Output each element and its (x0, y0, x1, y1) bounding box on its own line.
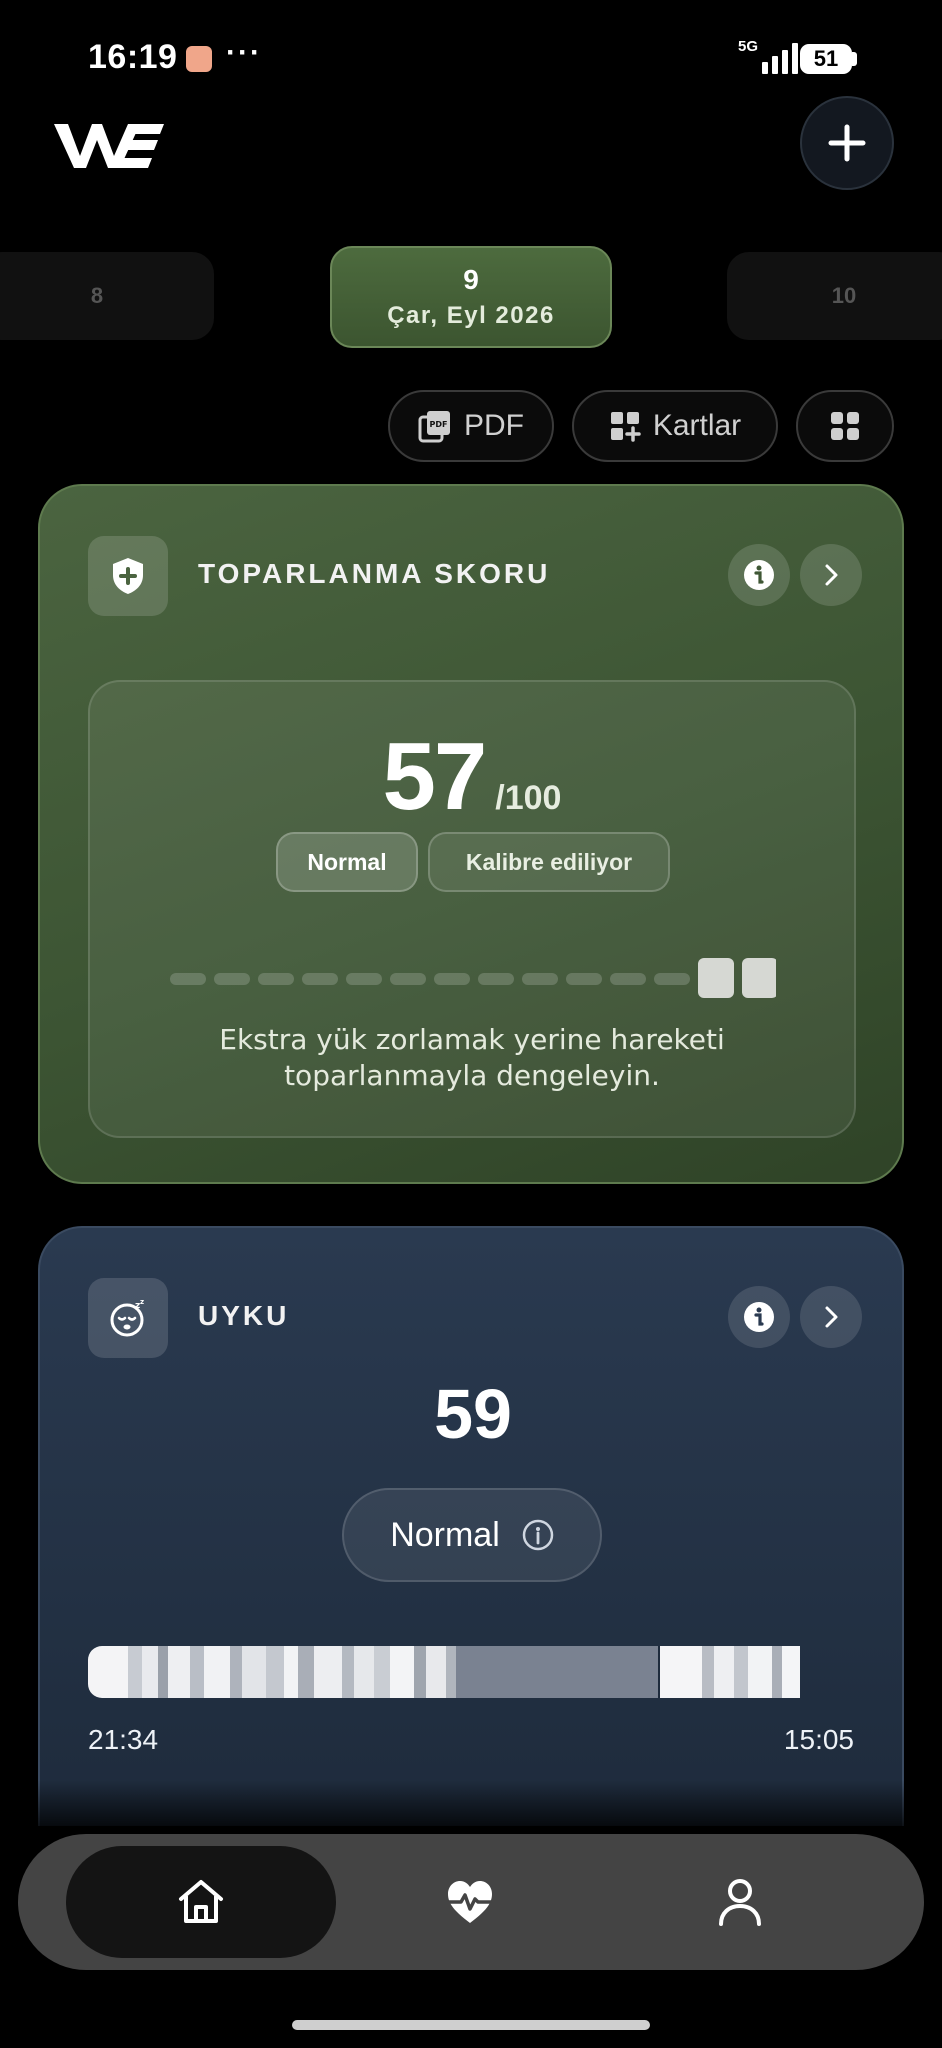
sleep-icon-box: z z (88, 1278, 168, 1358)
date-current[interactable]: 9 Çar, Eyl 2026 (330, 246, 612, 348)
scale-segment (654, 973, 690, 985)
scale-segment-active (698, 958, 734, 998)
sleep-info-button[interactable] (728, 1286, 790, 1348)
app-logo (54, 118, 164, 174)
battery-icon (852, 52, 857, 66)
home-indicator (292, 2020, 650, 2030)
recovery-score-value: 57 (382, 723, 488, 830)
date-current-label: Çar, Eyl 2026 (387, 302, 555, 329)
scale-segment (566, 973, 602, 985)
scale-segment (610, 973, 646, 985)
recovery-score-panel: 57/100 Normal Kalibre ediliyor Ekstra yü… (88, 680, 856, 1138)
profile-icon (719, 1879, 761, 1926)
info-icon (744, 560, 774, 590)
sleep-hypnogram (88, 1646, 854, 1698)
date-current-day: 9 (463, 264, 479, 295)
scale-segment (522, 973, 558, 985)
nav-home[interactable] (66, 1846, 336, 1958)
recovery-detail-button[interactable] (800, 544, 862, 606)
pdf-icon: PDF (418, 411, 450, 443)
recovery-title: TOPARLANMA SKORU (198, 558, 551, 589)
calibration-badge: Kalibre ediliyor (428, 832, 670, 892)
date-previous[interactable]: 8 (0, 252, 214, 340)
plus-icon (828, 124, 866, 162)
pdf-button[interactable]: PDF PDF (388, 390, 554, 462)
sleep-status-label: Normal (390, 1515, 500, 1554)
recovery-status-badge: Normal (276, 832, 418, 892)
recovery-icon-box (88, 536, 168, 616)
nav-fade (0, 1780, 942, 1840)
grid-icon (831, 412, 859, 440)
sleep-start-time: 21:34 (88, 1724, 159, 1755)
bottom-navigation (18, 1834, 924, 1970)
nav-profile[interactable] (640, 1846, 840, 1958)
grid-view-button[interactable] (796, 390, 894, 462)
sleep-detail-button[interactable] (800, 1286, 862, 1348)
scale-segment (478, 973, 514, 985)
scale-segment (302, 973, 338, 985)
scale-segment (258, 973, 294, 985)
recovery-level-scale (170, 958, 776, 998)
sleep-end-time: 15:05 (783, 1724, 854, 1755)
recovery-info-button[interactable] (728, 544, 790, 606)
svg-text:PDF: PDF (430, 420, 448, 429)
app-notification-icon (186, 46, 212, 72)
chevron-right-icon (825, 564, 838, 586)
scale-segment (390, 973, 426, 985)
info-outline-icon (522, 1519, 554, 1551)
home-icon (179, 1880, 223, 1923)
sleep-title: UYKU (198, 1300, 290, 1331)
sleep-card[interactable]: z z UYKU 59 Normal 21:34 15:05 (38, 1226, 904, 1826)
date-next[interactable]: 10 (727, 252, 942, 340)
cards-label: Kartlar (652, 409, 742, 442)
cards-add-icon (610, 412, 641, 442)
scale-segment (346, 973, 382, 985)
status-time: 16:19 (88, 38, 178, 76)
svg-text:z: z (140, 1298, 144, 1306)
recovery-score: 57/100 (90, 722, 854, 832)
signal-icon (762, 42, 798, 74)
shield-plus-icon (113, 558, 143, 594)
sleep-score: 59 (434, 1375, 512, 1453)
recovery-message: Ekstra yük zorlamak yerine hareketi topa… (219, 1023, 725, 1092)
scale-segment (214, 973, 250, 985)
network-type: 5G (738, 38, 759, 55)
battery-level: 51 (800, 44, 852, 74)
pdf-label: PDF (464, 409, 524, 442)
sleep-face-icon: z z (110, 1298, 144, 1337)
add-button[interactable] (800, 96, 894, 190)
cards-button[interactable]: Kartlar (572, 390, 778, 462)
recovery-score-card[interactable]: TOPARLANMA SKORU 57/100 Normal Kalibre e… (38, 484, 904, 1184)
status-more-dots: ··· (226, 36, 262, 69)
nav-health[interactable] (370, 1846, 570, 1958)
heart-pulse-icon (446, 1881, 494, 1923)
scale-segment-active (742, 958, 776, 998)
info-icon (744, 1302, 774, 1332)
scale-segment (170, 973, 206, 985)
scale-segment (434, 973, 470, 985)
chevron-right-icon (825, 1306, 838, 1328)
sleep-status-button[interactable]: Normal (342, 1488, 602, 1582)
recovery-score-max: /100 (495, 779, 562, 817)
